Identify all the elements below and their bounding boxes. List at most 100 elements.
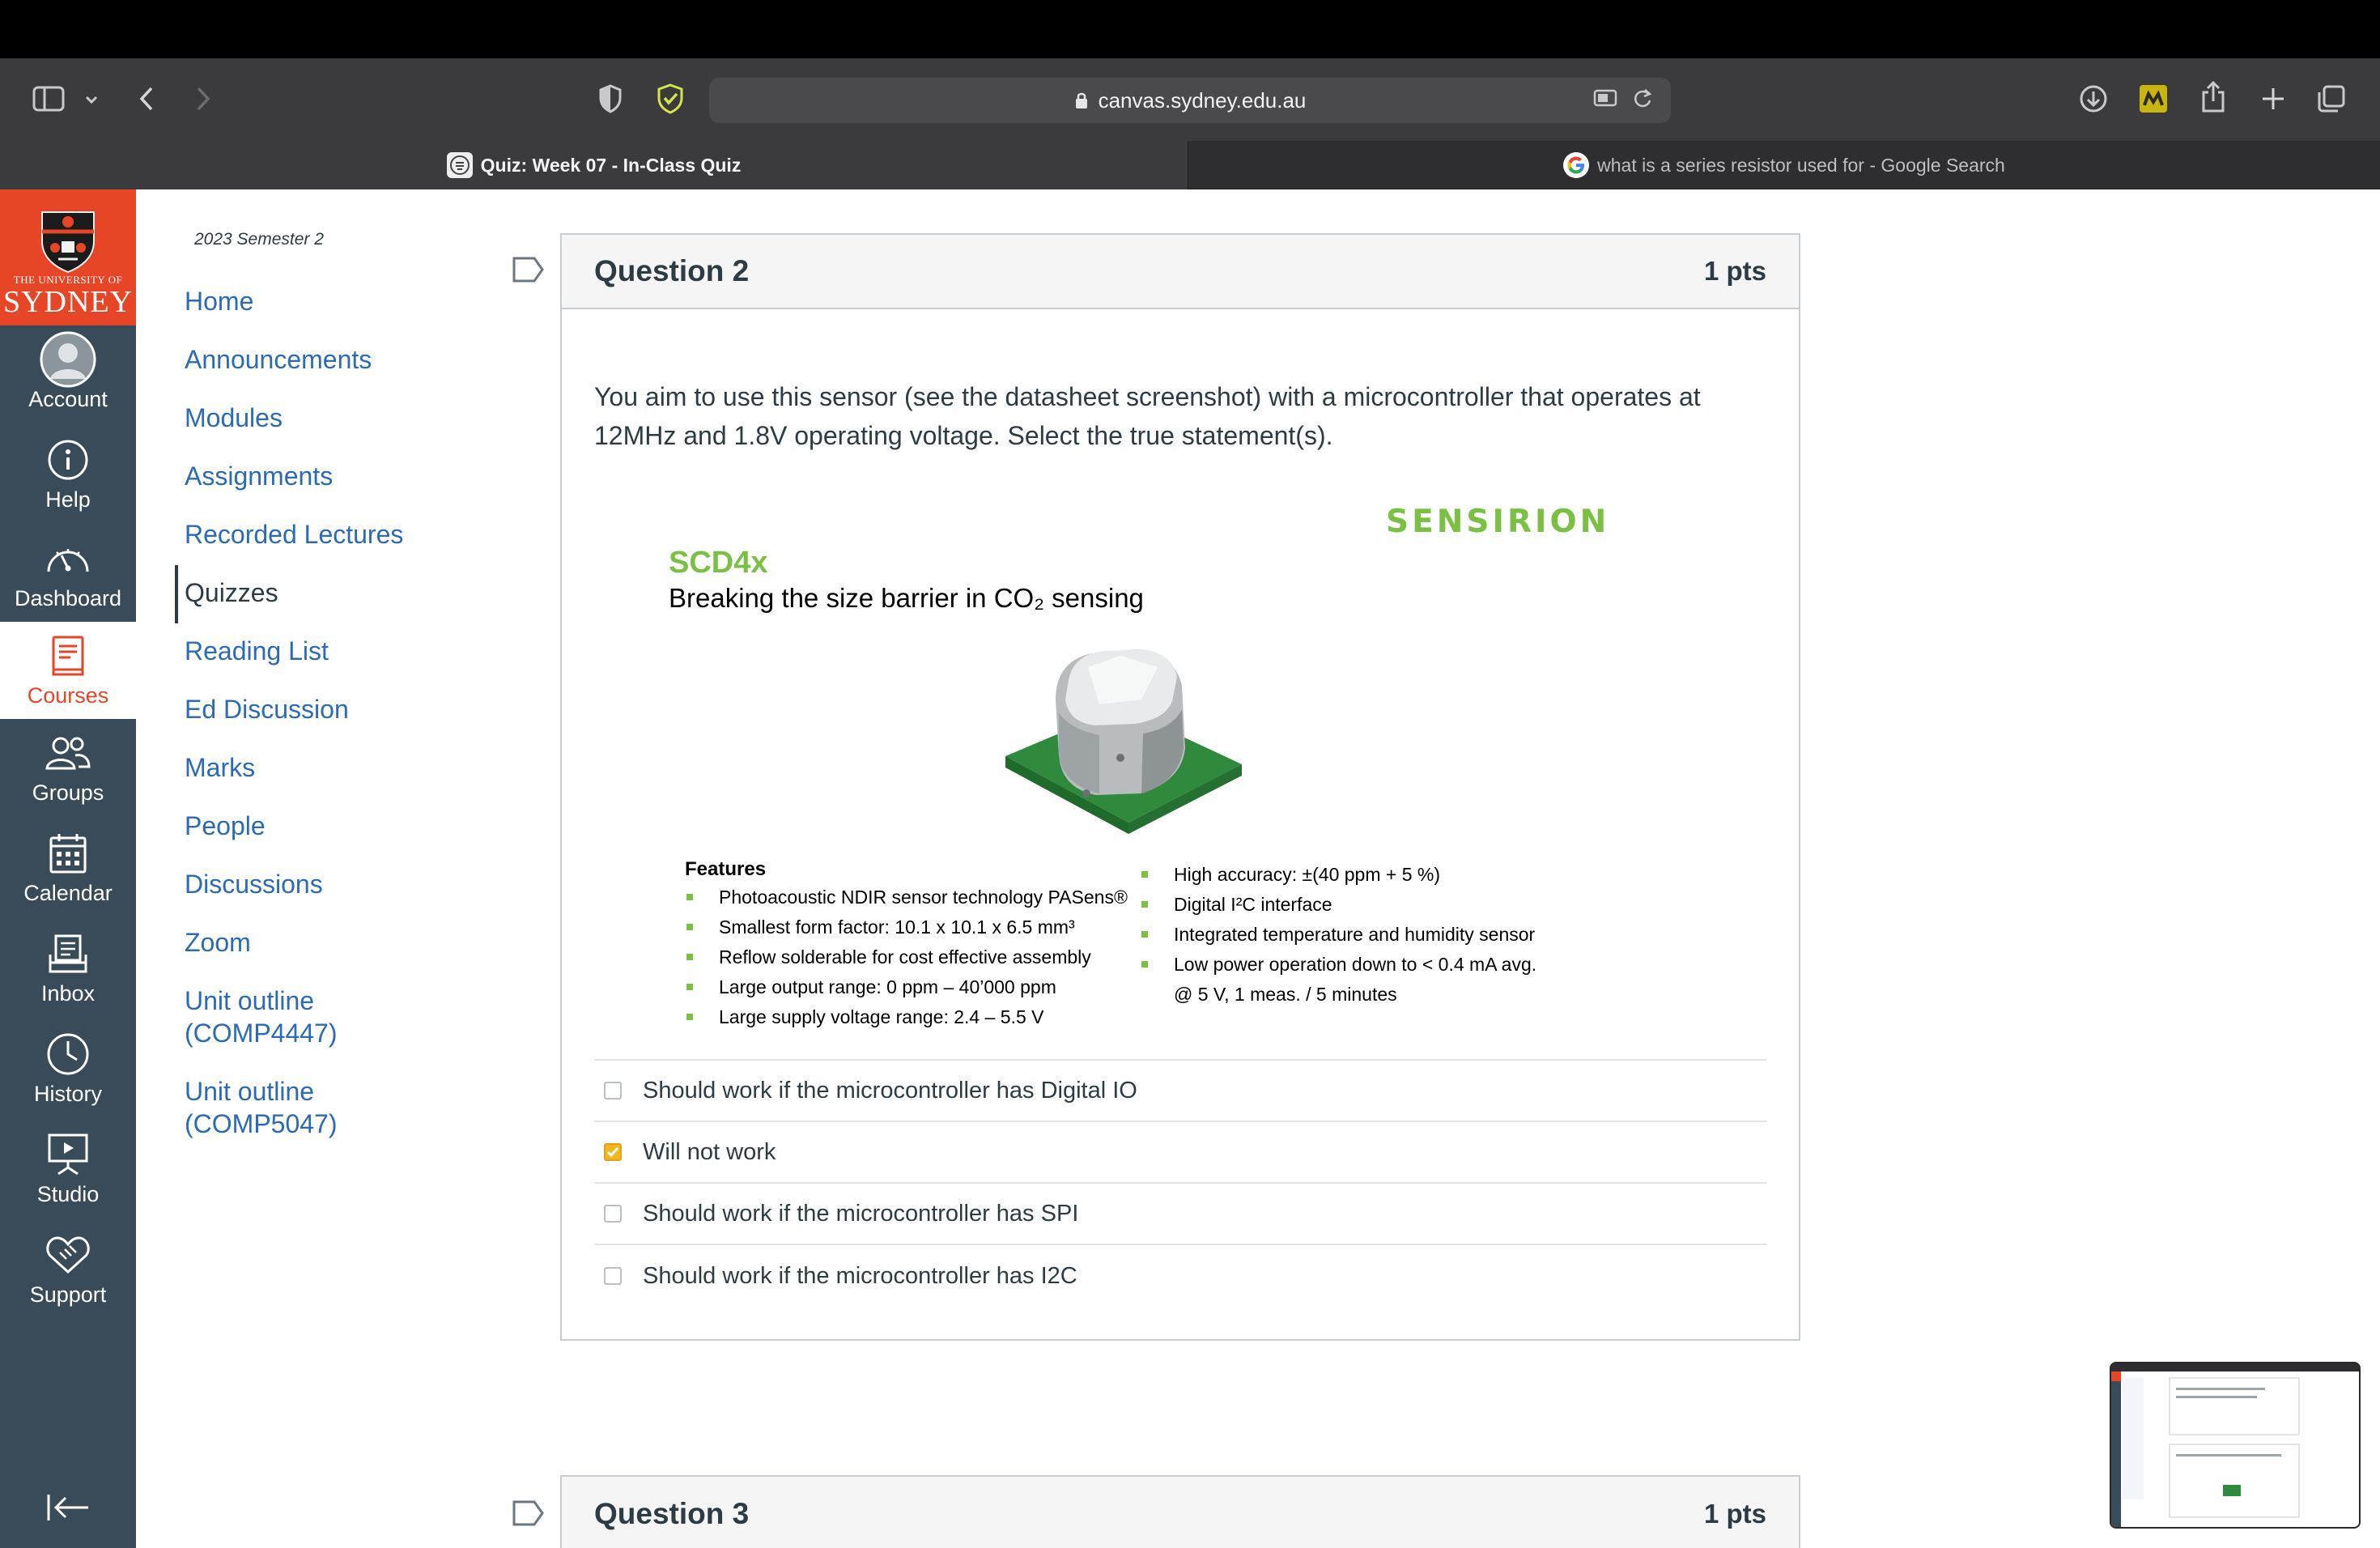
- sidebar-toggle-icon[interactable]: [31, 83, 66, 115]
- back-icon[interactable]: [134, 83, 159, 115]
- answer-label: Should work if the microcontroller has I…: [643, 1262, 1077, 1289]
- tab-label: what is a series resistor used for - Goo…: [1597, 154, 2005, 176]
- url-text: canvas.sydney.edu.au: [1098, 87, 1307, 113]
- product-tagline: Breaking the size barrier in CO₂ sensing: [669, 583, 1144, 613]
- answer-label: Should work if the microcontroller has S…: [643, 1200, 1079, 1227]
- gnav-courses[interactable]: Courses: [0, 622, 136, 719]
- course-nav-announcements[interactable]: Announcements: [185, 343, 372, 376]
- forward-icon[interactable]: [191, 83, 215, 115]
- canvas-favicon-icon: [446, 152, 473, 178]
- gnav-help[interactable]: Help: [0, 426, 136, 523]
- course-nav-reading-list[interactable]: Reading List: [185, 635, 329, 667]
- chevron-down-icon[interactable]: [81, 87, 102, 112]
- tab-google-search[interactable]: what is a series resistor used for - Goo…: [1188, 141, 2380, 189]
- sensor-module-icon: [1005, 649, 1242, 834]
- course-nav-zoom[interactable]: Zoom: [185, 926, 251, 959]
- answer-label: Should work if the microcontroller has D…: [643, 1077, 1137, 1104]
- answer-option[interactable]: Should work if the microcontroller has D…: [594, 1061, 1766, 1122]
- answer-label: Will not work: [643, 1138, 776, 1165]
- features-list-left: Photoacoustic NDIR sensor technology PAS…: [686, 882, 1128, 1032]
- feature-item: Photoacoustic NDIR sensor technology PAS…: [686, 882, 1128, 912]
- lock-icon: [1074, 91, 1089, 110]
- groups-icon: [45, 730, 91, 776]
- extension-icon[interactable]: [2137, 83, 2170, 115]
- support-icon: [45, 1232, 91, 1278]
- course-nav-discussions[interactable]: Discussions: [185, 868, 323, 900]
- gnav-groups[interactable]: Groups: [0, 719, 136, 816]
- screenshot-thumbnail[interactable]: [2110, 1362, 2361, 1529]
- term-label: 2023 Semester 2: [194, 230, 324, 249]
- reload-icon[interactable]: [1632, 87, 1653, 116]
- gnav-account[interactable]: Account: [0, 325, 136, 423]
- gnav-label: Inbox: [40, 980, 96, 1006]
- account-avatar-icon: [39, 331, 97, 387]
- product-name: SCD4x: [669, 546, 768, 580]
- course-nav-people[interactable]: People: [185, 810, 266, 842]
- course-nav-marks[interactable]: Marks: [185, 751, 255, 784]
- features-heading: Features: [685, 858, 767, 880]
- question-title: Question 3: [594, 1497, 750, 1530]
- course-nav-recorded-lectures[interactable]: Recorded Lectures: [185, 518, 403, 551]
- download-icon[interactable]: [2077, 83, 2110, 115]
- tab-quiz[interactable]: Quiz: Week 07 - In-Class Quiz: [0, 141, 1188, 189]
- answer-checkbox[interactable]: [604, 1082, 622, 1099]
- checkmark-icon: [606, 1147, 619, 1158]
- address-bar[interactable]: canvas.sydney.edu.au: [709, 78, 1671, 123]
- gnav-label: Dashboard: [14, 585, 122, 610]
- course-nav-unit-outline-comp5047[interactable]: Unit outline (COMP5047): [185, 1075, 363, 1140]
- course-nav-quizzes[interactable]: Quizzes: [185, 576, 278, 609]
- gnav-label: Account: [28, 386, 108, 411]
- question-header: Question 2 1 pts: [562, 235, 1799, 309]
- tab-overview-icon[interactable]: [2315, 83, 2348, 115]
- gnav-calendar[interactable]: Calendar: [0, 819, 136, 916]
- course-nav-unit-outline-comp4447[interactable]: Unit outline (COMP4447): [185, 985, 363, 1049]
- question-body: You aim to use this sensor (see the data…: [562, 309, 1799, 1339]
- help-icon: [47, 437, 89, 483]
- answer-checkbox-checked[interactable]: [604, 1143, 622, 1161]
- answer-list: Should work if the microcontroller has D…: [594, 1059, 1766, 1307]
- features-list-right: High accuracy: ±(40 ppm + 5 %) Digital I…: [1141, 860, 1536, 1010]
- menu-bar-area: [0, 0, 2380, 58]
- tab-bar: Quiz: Week 07 - In-Class Quiz what is a …: [0, 141, 2380, 189]
- tab-label: Quiz: Week 07 - In-Class Quiz: [480, 154, 742, 176]
- reader-icon[interactable]: [1593, 87, 1617, 116]
- question-points: 1 pts: [1703, 1499, 1766, 1529]
- university-logo[interactable]: THE UNIVERSITY OF SYDNEY: [0, 189, 136, 325]
- datasheet-image: SENSIRION SCD4x Breaking the size barrie…: [594, 455, 1770, 1046]
- global-nav: THE UNIVERSITY OF SYDNEY Account Help Da…: [0, 189, 136, 1548]
- flag-question-icon[interactable]: [512, 256, 546, 283]
- answer-checkbox[interactable]: [604, 1267, 622, 1285]
- flag-question-icon[interactable]: [512, 1499, 546, 1527]
- history-icon: [46, 1031, 90, 1077]
- new-tab-icon[interactable]: [2257, 83, 2289, 115]
- gnav-label: Courses: [27, 683, 109, 708]
- gnav-label: Groups: [32, 780, 104, 805]
- question-3: Question 3 1 pts: [560, 1475, 1800, 1548]
- answer-checkbox[interactable]: [604, 1205, 622, 1223]
- course-nav-modules[interactable]: Modules: [185, 402, 283, 434]
- active-indicator: [175, 565, 178, 623]
- feature-item: Reflow solderable for cost effective ass…: [686, 942, 1128, 972]
- privacy-shield-icon[interactable]: [596, 83, 625, 115]
- thumbnail-preview-image: [2111, 1363, 2359, 1527]
- question-text: You aim to use this sensor (see the data…: [594, 382, 1701, 450]
- gnav-support[interactable]: Support: [0, 1221, 136, 1318]
- course-nav-home[interactable]: Home: [185, 285, 253, 317]
- answer-option[interactable]: Should work if the microcontroller has S…: [594, 1184, 1766, 1245]
- gnav-studio[interactable]: Studio: [0, 1121, 136, 1218]
- share-icon[interactable]: [2197, 79, 2229, 115]
- feature-item: Integrated temperature and humidity sens…: [1141, 920, 1536, 950]
- course-nav-assignments[interactable]: Assignments: [185, 460, 333, 492]
- collapse-nav-icon[interactable]: [42, 1488, 94, 1527]
- gnav-dashboard[interactable]: Dashboard: [0, 525, 136, 622]
- course-nav-ed-discussion[interactable]: Ed Discussion: [185, 693, 349, 725]
- studio-icon: [47, 1132, 89, 1177]
- question-header: Question 3 1 pts: [562, 1477, 1799, 1548]
- gnav-inbox[interactable]: Inbox: [0, 920, 136, 1017]
- answer-option[interactable]: Should work if the microcontroller has I…: [594, 1245, 1766, 1307]
- sensirion-logo: SENSIRION: [1386, 504, 1610, 540]
- answer-option[interactable]: Will not work: [594, 1122, 1766, 1184]
- gnav-label: Studio: [36, 1181, 100, 1206]
- adblock-shield-icon[interactable]: [654, 83, 686, 115]
- gnav-history[interactable]: History: [0, 1020, 136, 1117]
